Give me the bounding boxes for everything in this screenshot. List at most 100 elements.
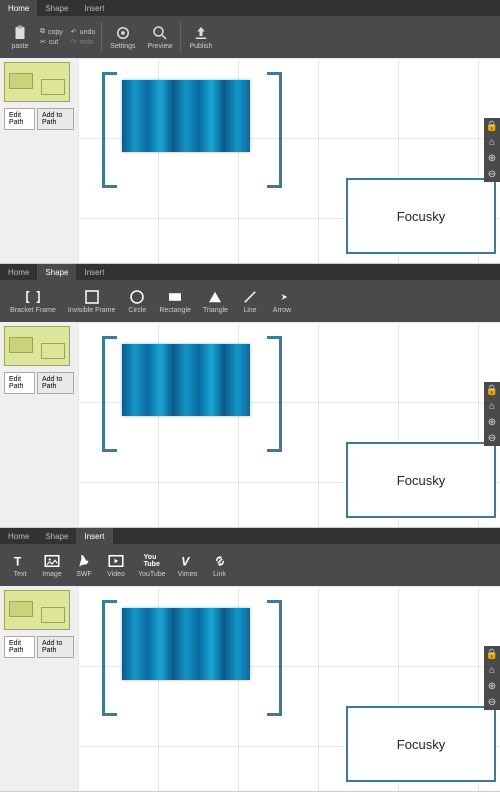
canvas[interactable]: Focusky 🔒 ⌂ ⊕ ⊖ [78, 586, 500, 791]
square-outline-icon [83, 288, 101, 306]
tab-shape[interactable]: Shape [37, 264, 76, 280]
right-rail: 🔒 ⌂ ⊕ ⊖ [484, 646, 500, 710]
scissors-icon: ✂ [40, 38, 46, 46]
insert-toolbar: TText Image SWF Video YouTubeYouTube V Vi… [0, 544, 500, 586]
zoom-in-icon[interactable]: ⊕ [484, 678, 500, 694]
rectangle-icon [166, 288, 184, 306]
vimeo-icon: V [179, 552, 197, 570]
zoom-out-icon[interactable]: ⊖ [484, 430, 500, 446]
tab-insert[interactable]: Insert [76, 0, 112, 16]
canvas-image[interactable] [122, 80, 250, 152]
zoom-out-icon[interactable]: ⊖ [484, 694, 500, 710]
rectangle-button[interactable]: Rectangle [153, 280, 197, 322]
vimeo-button[interactable]: V Vimeo [172, 544, 204, 586]
zoom-in-icon[interactable]: ⊕ [484, 150, 500, 166]
tab-home[interactable]: Home [0, 0, 37, 16]
zoom-out-icon[interactable]: ⊖ [484, 166, 500, 182]
home-icon[interactable]: ⌂ [484, 662, 500, 678]
canvas[interactable]: Focusky 🔒 ⌂ ⊕ ⊖ [78, 322, 500, 527]
swf-label: SWF [76, 571, 92, 578]
youtube-icon: YouTube [143, 552, 161, 570]
focusky-label: Focusky [397, 473, 445, 488]
canvas-image[interactable] [122, 344, 250, 416]
settings-button[interactable]: Settings [104, 16, 141, 58]
focusky-frame[interactable]: Focusky [346, 706, 496, 782]
vimeo-label: Vimeo [178, 571, 198, 578]
sidebar: Edit Path Add to Path [0, 586, 78, 791]
add-to-path-button[interactable]: Add to Path [37, 636, 74, 658]
link-icon [211, 552, 229, 570]
cut-button[interactable]: ✂cut [36, 37, 67, 47]
video-icon [107, 552, 125, 570]
sidebar: Edit Path Add to Path [0, 322, 78, 527]
arrow-label: Arrow [273, 307, 291, 314]
line-icon [241, 288, 259, 306]
edit-path-button[interactable]: Edit Path [4, 372, 35, 394]
shape-toolbar: Bracket Frame Invisible Frame Circle Rec… [0, 280, 500, 322]
redo-icon: ↷ [71, 38, 77, 46]
circle-button[interactable]: Circle [121, 280, 153, 322]
focusky-frame[interactable]: Focusky [346, 178, 496, 254]
tab-insert[interactable]: Insert [76, 264, 112, 280]
paste-label: paste [11, 43, 28, 50]
add-to-path-button[interactable]: Add to Path [37, 108, 74, 130]
zoom-in-icon[interactable]: ⊕ [484, 414, 500, 430]
undo-button[interactable]: ↶undo [67, 27, 99, 37]
lock-icon[interactable]: 🔒 [484, 118, 500, 134]
preview-button[interactable]: Preview [142, 16, 179, 58]
line-button[interactable]: Line [234, 280, 266, 322]
arrow-button[interactable]: Arrow [266, 280, 298, 322]
edit-path-button[interactable]: Edit Path [4, 636, 35, 658]
slide-thumbnail[interactable] [4, 326, 70, 366]
video-button[interactable]: Video [100, 544, 132, 586]
swf-button[interactable]: SWF [68, 544, 100, 586]
link-button[interactable]: Link [204, 544, 236, 586]
copy-icon: ⧉ [40, 28, 45, 36]
undo-icon: ↶ [71, 28, 77, 36]
svg-text:V: V [181, 555, 190, 569]
lock-icon[interactable]: 🔒 [484, 382, 500, 398]
tab-shape[interactable]: Shape [37, 528, 76, 544]
redo-button[interactable]: ↷redo [67, 37, 99, 47]
text-button[interactable]: TText [4, 544, 36, 586]
publish-label: Publish [189, 43, 212, 50]
canvas-image[interactable] [122, 608, 250, 680]
paste-button[interactable]: paste [4, 16, 36, 58]
publish-button[interactable]: Publish [183, 16, 218, 58]
right-rail: 🔒 ⌂ ⊕ ⊖ [484, 382, 500, 446]
invisible-frame-button[interactable]: Invisible Frame [62, 280, 121, 322]
home-icon[interactable]: ⌂ [484, 398, 500, 414]
tab-bar: Home Shape Insert [0, 528, 500, 544]
upload-icon [192, 24, 210, 42]
tab-shape[interactable]: Shape [37, 0, 76, 16]
tab-home[interactable]: Home [0, 528, 37, 544]
link-label: Link [213, 571, 226, 578]
tab-home[interactable]: Home [0, 264, 37, 280]
focusky-frame[interactable]: Focusky [346, 442, 496, 518]
edit-path-button[interactable]: Edit Path [4, 108, 35, 130]
tab-insert[interactable]: Insert [76, 528, 112, 544]
sidebar: Edit Path Add to Path [0, 58, 78, 263]
triangle-label: Triangle [203, 307, 228, 314]
undo-label: undo [80, 29, 96, 36]
text-icon: T [11, 552, 29, 570]
triangle-icon [206, 288, 224, 306]
youtube-label: YouTube [138, 571, 166, 578]
copy-button[interactable]: ⧉copy [36, 27, 67, 37]
settings-label: Settings [110, 43, 135, 50]
youtube-button[interactable]: YouTubeYouTube [132, 544, 172, 586]
slide-thumbnail[interactable] [4, 590, 70, 630]
triangle-button[interactable]: Triangle [197, 280, 234, 322]
bracket-frame-button[interactable]: Bracket Frame [4, 280, 62, 322]
slide-thumbnail[interactable] [4, 62, 70, 102]
add-to-path-button[interactable]: Add to Path [37, 372, 74, 394]
canvas[interactable]: Focusky 🔒 ⌂ ⊕ ⊖ [78, 58, 500, 263]
flash-icon [75, 552, 93, 570]
cut-label: cut [49, 39, 58, 46]
home-icon[interactable]: ⌂ [484, 134, 500, 150]
circle-icon [128, 288, 146, 306]
lock-icon[interactable]: 🔒 [484, 646, 500, 662]
text-label: Text [14, 571, 27, 578]
image-button[interactable]: Image [36, 544, 68, 586]
redo-label: redo [80, 39, 94, 46]
